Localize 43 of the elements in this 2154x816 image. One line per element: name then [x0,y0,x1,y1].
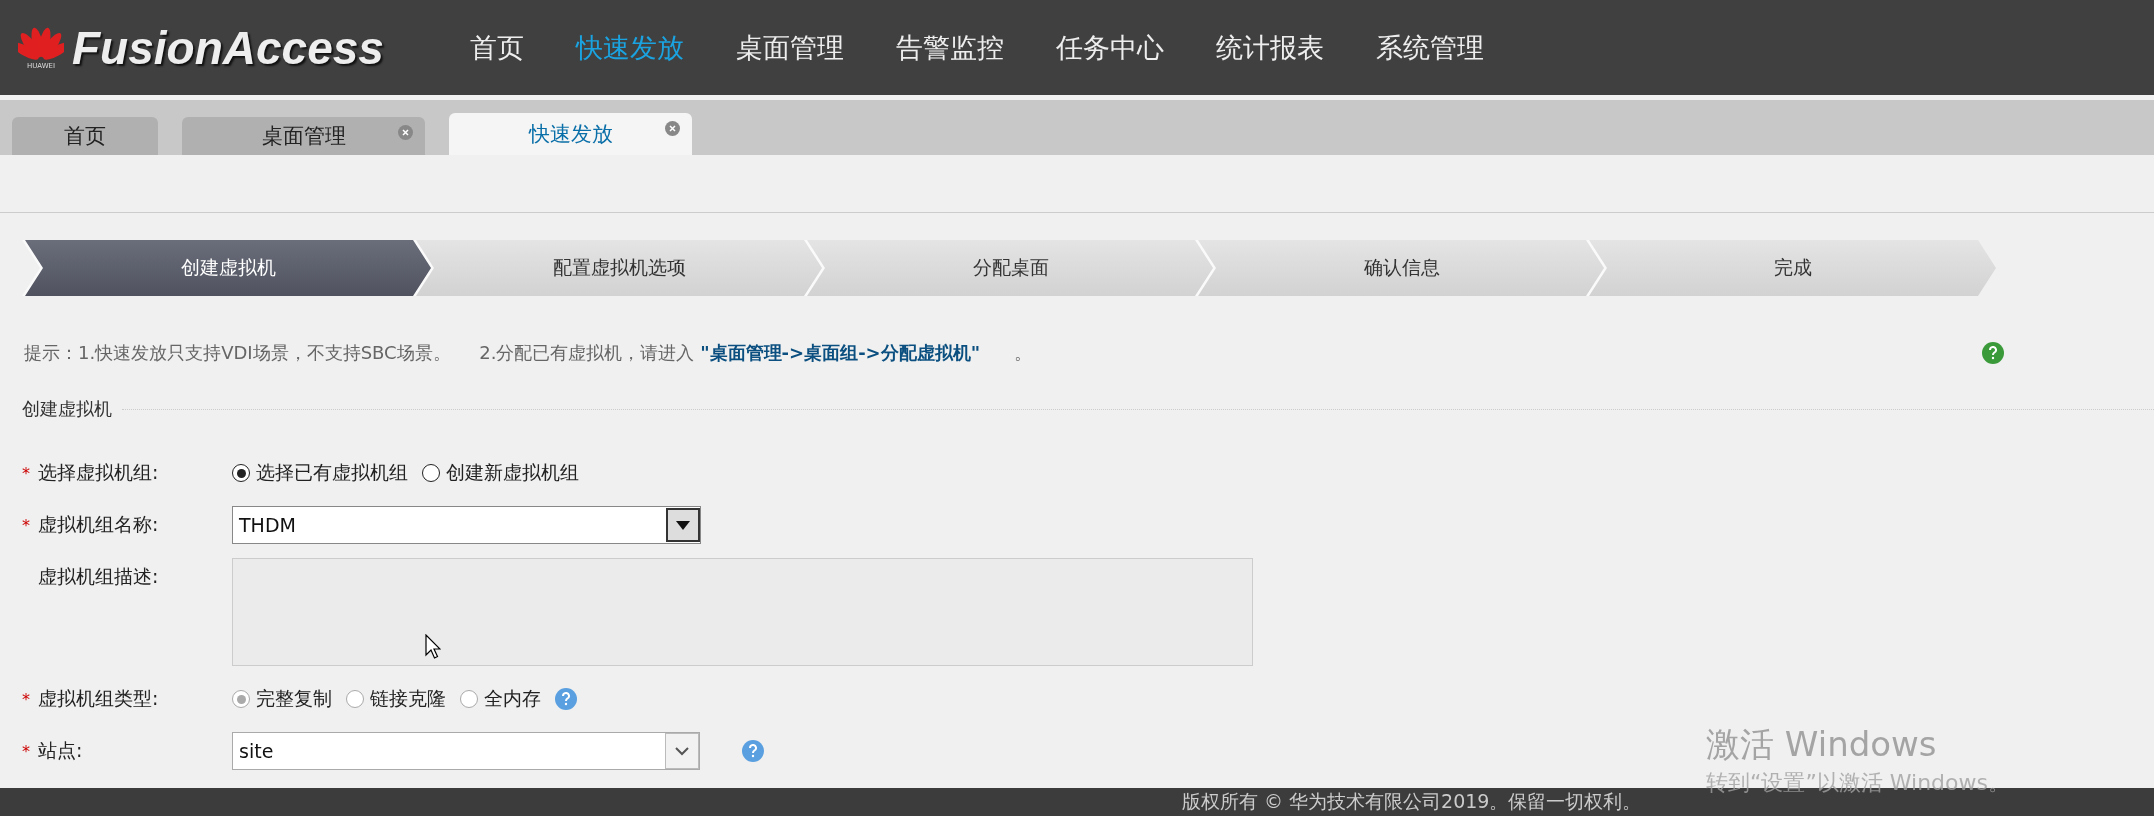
required-mark: * [22,463,30,483]
mouse-pointer-icon [425,634,441,660]
wizard-step: 分配桌面 [807,240,1214,296]
radio-button[interactable] [422,464,440,482]
wizard-step: 完成 [1589,240,1996,296]
field-label: 虚拟机组描述: [38,564,159,589]
desktop-path-link[interactable]: "桌面管理->桌面组->分配虚拟机" [700,342,981,363]
required-mark: * [22,515,30,535]
nav-link[interactable]: 告警监控 [896,29,1004,66]
nav-link[interactable]: 首页 [470,29,524,66]
nav-link[interactable]: 桌面管理 [736,29,844,66]
radio-option[interactable]: 选择已有虚拟机组 [232,460,408,486]
section-title: 创建虚拟机 [22,397,112,421]
required-mark: * [22,689,30,709]
field-label: 选择虚拟机组: [38,460,159,485]
help-icon[interactable] [1982,342,2004,364]
dropdown-field[interactable]: site [232,732,700,770]
nav-link[interactable]: 快速发放 [576,29,684,66]
close-icon[interactable] [398,125,413,140]
flower-logo-icon [18,25,64,62]
hint-text: 提示：1.快速发放只支持VDI场景，不支持SBC场景。 2.分配已有虚拟机，请进入 "桌面管理->桌面组->分配虚拟机" 。 [24,341,1033,365]
app-logo: FusionAccess [72,20,384,75]
dropdown-field[interactable]: THDM [232,506,701,544]
help-icon[interactable] [742,740,764,762]
nav-link[interactable]: 系统管理 [1376,29,1484,66]
copyright-text: 版权所有 © 华为技术有限公司2019。保留一切权利。 [1182,789,1642,814]
wizard-step: 配置虚拟机选项 [416,240,823,296]
page-tab[interactable]: 桌面管理 [182,117,425,155]
radio-option[interactable]: 创建新虚拟机组 [422,460,579,486]
field-label: 虚拟机组名称: [38,512,159,537]
field-label: 站点: [38,738,83,763]
radio-button[interactable] [232,464,250,482]
description-field[interactable] [232,558,1253,666]
wizard-step: 确认信息 [1198,240,1605,296]
page-tab[interactable]: 快速发放 [449,113,692,155]
nav-link[interactable]: 统计报表 [1216,29,1324,66]
field-label: 虚拟机组类型: [38,686,159,711]
activation-title: 激活 Windows [1706,723,1938,766]
page-tab[interactable]: 首页 [12,117,158,155]
close-icon[interactable] [665,121,680,136]
wizard-step: 创建虚拟机 [25,240,432,296]
required-mark: * [22,741,30,761]
nav-link[interactable]: 任务中心 [1056,29,1164,66]
